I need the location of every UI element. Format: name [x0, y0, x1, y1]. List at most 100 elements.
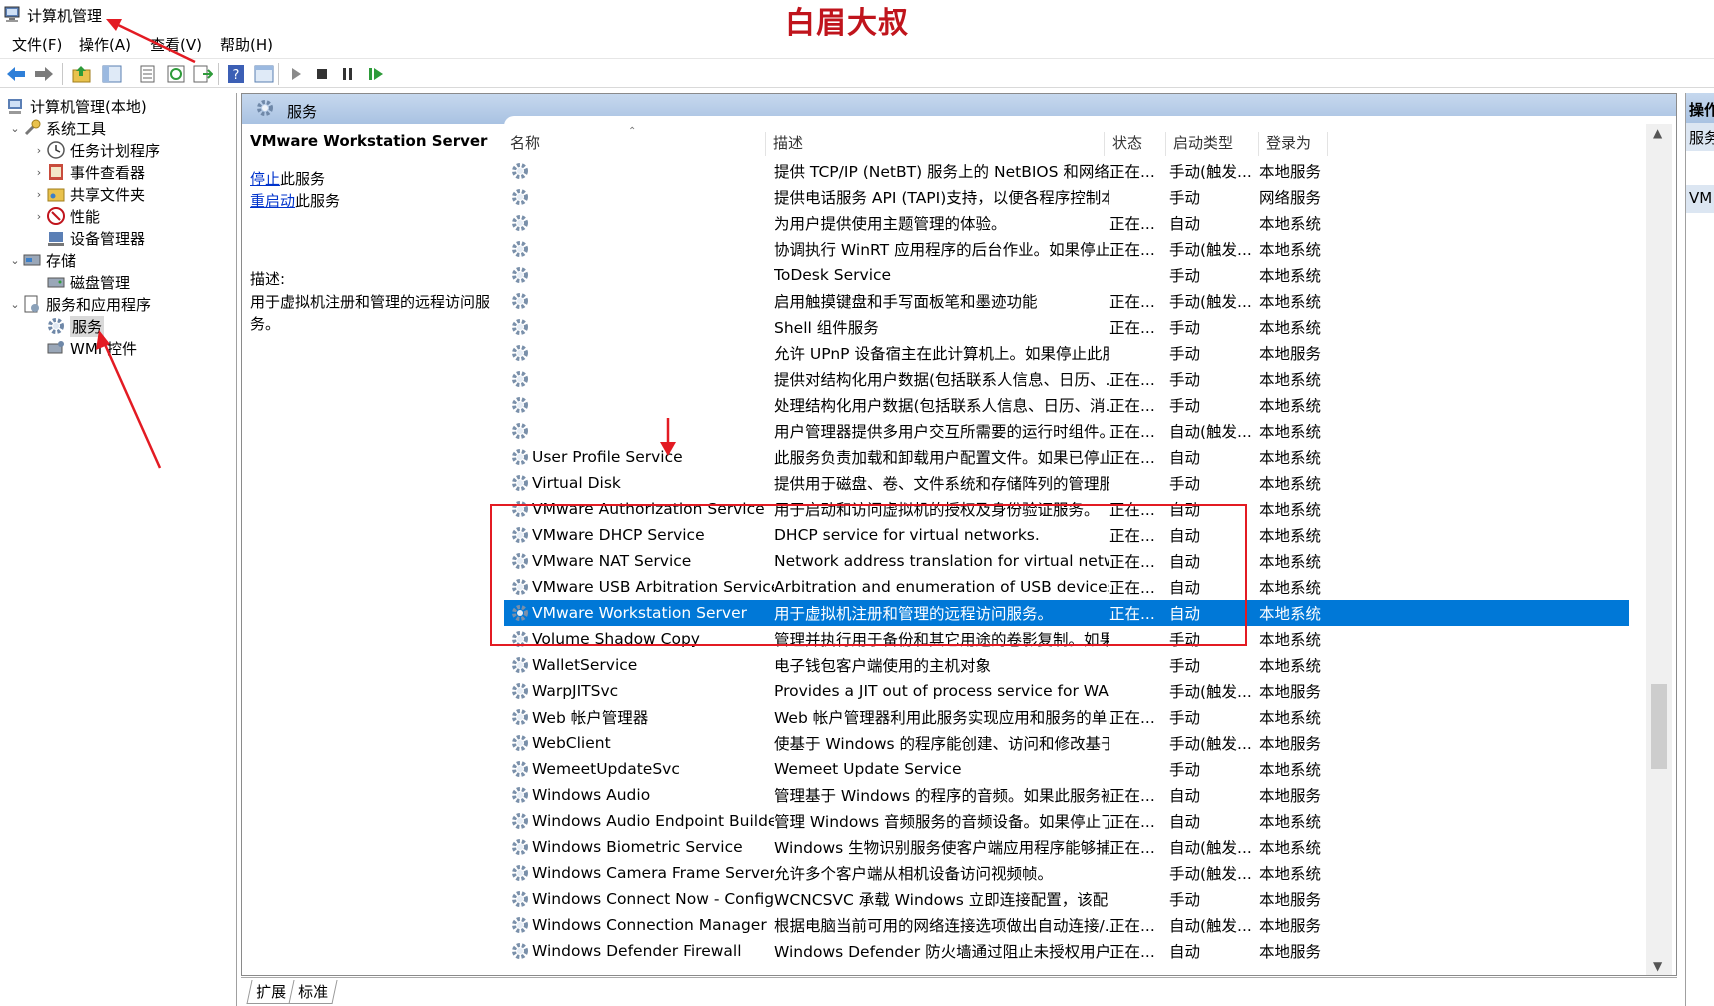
table-row[interactable]: 允许 UPnP 设备宿主在此计算机上。如果停止此服... 手动 本地服务 — [504, 340, 1629, 366]
table-row[interactable]: 用户管理器提供多用户交互所需要的运行时组件。... 正在... 自动(触发... 本地… — [504, 418, 1629, 444]
service-status-cell: 正在... — [1109, 215, 1155, 233]
service-desc-cell: 协调执行 WinRT 应用程序的后台作业。如果停止... — [774, 241, 1109, 259]
table-row[interactable]: Windows Camera Frame Server 允许多个客户端从相机设备访… — [504, 860, 1629, 886]
menu-file[interactable]: 文件(F) — [12, 34, 62, 55]
vertical-scrollbar[interactable]: ▲ ▼ — [1646, 124, 1672, 975]
tree-item-disk-management[interactable]: 磁盘管理 — [46, 271, 130, 293]
tree-item-shared-folders[interactable]: › 共享文件夹 — [32, 183, 145, 205]
table-row[interactable]: WarpJITSvc Provides a JIT out of process … — [504, 678, 1629, 704]
table-row[interactable]: WalletService 电子钱包客户端使用的主机对象 手动 本地系统 — [504, 652, 1629, 678]
chevron-right-icon[interactable]: › — [32, 210, 46, 223]
column-header-name[interactable]: 名称 ⌃ — [504, 126, 766, 156]
actions-vm-item[interactable]: VM — [1686, 185, 1714, 213]
export-list-icon[interactable] — [191, 62, 215, 86]
up-folder-icon[interactable] — [70, 62, 94, 86]
forward-arrow-icon[interactable] — [32, 62, 56, 86]
scroll-up-icon[interactable]: ▲ — [1653, 126, 1662, 140]
refresh-icon[interactable] — [164, 62, 188, 86]
services-apps-icon — [24, 295, 39, 313]
service-gear-icon — [508, 759, 532, 779]
chevron-right-icon[interactable]: › — [32, 144, 46, 157]
table-row[interactable]: 处理结构化用户数据(包括联系人信息、日历、消... 正在... 手动 本地系统 — [504, 392, 1629, 418]
table-row[interactable]: VMware Authorization Service 用于启动和访问虚拟机的授… — [504, 496, 1629, 522]
table-row[interactable]: Windows Connection Manager 根据电脑当前可用的网络连接选… — [504, 912, 1629, 938]
tree-item-task-scheduler[interactable]: › 任务计划程序 — [32, 139, 160, 161]
table-row[interactable]: 为用户提供使用主题管理的体验。 正在... 自动 本地系统 — [504, 210, 1629, 236]
service-name-cell: Windows Defender Firewall — [532, 942, 742, 960]
service-gear-icon — [508, 603, 532, 623]
column-header-logon-as[interactable]: 登录为 — [1260, 132, 1328, 156]
table-row[interactable]: Windows Audio Endpoint Builder 管理 Windows… — [504, 808, 1629, 834]
service-logon-cell: 本地系统 — [1259, 709, 1322, 727]
service-logon-cell: 本地系统 — [1259, 319, 1322, 337]
properties-icon[interactable] — [136, 62, 160, 86]
table-row[interactable]: WemeetUpdateSvc Wemeet Update Service 手动 本地… — [504, 756, 1629, 782]
service-gear-icon — [508, 187, 532, 207]
service-status-cell: 正在... — [1109, 605, 1155, 623]
menu-help[interactable]: 帮助(H) — [220, 34, 273, 55]
table-row[interactable]: Windows Connect Now - Config Re...WCNCSV… — [504, 886, 1629, 912]
scroll-down-icon[interactable]: ▼ — [1653, 959, 1662, 973]
chevron-right-icon[interactable]: › — [32, 188, 46, 201]
column-header-startup-type[interactable]: 启动类型 — [1167, 132, 1259, 156]
table-row[interactable]: VMware Workstation Server 用于虚拟机注册和管理的远程访问… — [504, 600, 1629, 626]
stop-service-link[interactable]: 停止 — [250, 170, 280, 188]
service-name-cell: WalletService — [532, 656, 638, 674]
table-row[interactable]: Shell 组件服务 正在... 手动 本地系统 — [504, 314, 1629, 340]
help-icon[interactable]: ? — [224, 62, 248, 86]
table-row[interactable]: 提供电话服务 API (TAPI)支持，以便各程序控制本... 手动 网络服务 — [504, 184, 1629, 210]
table-row[interactable]: 启用触摸键盘和手写面板笔和墨迹功能 正在... 手动(触发... 本地系统 — [504, 288, 1629, 314]
service-desc-cell: 提供 TCP/IP (NetBT) 服务上的 NetBIOS 和网络上... — [774, 163, 1109, 181]
tab-standard[interactable]: 标准 — [288, 980, 338, 1004]
table-row[interactable]: Virtual Disk 提供用于磁盘、卷、文件系统和存储阵列的管理服... 手动 本… — [504, 470, 1629, 496]
play-icon[interactable] — [284, 62, 308, 86]
actions-services-item[interactable]: 服务 — [1686, 123, 1714, 151]
table-row[interactable]: VMware NAT Service Network address transl… — [504, 548, 1629, 574]
table-row[interactable]: VMware USB Arbitration Service Arbitratio… — [504, 574, 1629, 600]
menu-action[interactable]: 操作(A) — [79, 34, 131, 55]
back-arrow-icon[interactable] — [4, 62, 28, 86]
chevron-down-icon[interactable]: ⌄ — [8, 254, 22, 267]
table-row[interactable]: Windows Defender Firewall Windows Defende… — [504, 938, 1629, 964]
tree-item-event-viewer[interactable]: › 事件查看器 — [32, 161, 145, 183]
tree-item-wmi[interactable]: WMI 控件 — [46, 337, 137, 359]
column-header-description[interactable]: 描述 — [767, 132, 1105, 156]
show-hide-tree-icon[interactable] — [100, 62, 124, 86]
service-startup-cell: 手动 — [1169, 189, 1201, 207]
view-icon[interactable] — [252, 62, 276, 86]
table-row[interactable]: VMware DHCP Service DHCP service for virt… — [504, 522, 1629, 548]
chevron-down-icon[interactable]: ⌄ — [8, 122, 22, 135]
tree-item-root[interactable]: 计算机管理(本地) — [6, 95, 147, 117]
chevron-down-icon[interactable]: ⌄ — [8, 298, 22, 311]
tree-item-performance[interactable]: › 性能 — [32, 205, 100, 227]
tree-item-services[interactable]: 服务 — [46, 315, 105, 337]
restart-service-link[interactable]: 重启动 — [250, 192, 295, 210]
tree-item-device-manager[interactable]: 设备管理器 — [46, 227, 145, 249]
table-row[interactable]: Volume Shadow Copy 管理并执行用于备份和其它用途的卷影复制。如果… — [504, 626, 1629, 652]
service-logon-cell: 本地服务 — [1259, 787, 1322, 805]
service-name-cell: Windows Camera Frame Server — [532, 864, 774, 882]
chevron-right-icon[interactable]: › — [32, 166, 46, 179]
tree-item-services-apps[interactable]: ⌄ 服务和应用程序 — [8, 293, 151, 315]
table-row[interactable]: User Profile Service 此服务负责加载和卸载用户配置文件。如果已… — [504, 444, 1629, 470]
toolbar: ? — [0, 58, 1714, 88]
table-row[interactable]: 提供对结构化用户数据(包括联系人信息、日历、... 正在... 手动 本地系统 — [504, 366, 1629, 392]
stop-icon[interactable] — [310, 62, 334, 86]
table-row[interactable]: Windows Biometric Service Windows 生物识别服务使… — [504, 834, 1629, 860]
table-row[interactable]: 协调执行 WinRT 应用程序的后台作业。如果停止... 正在... 手动(触发..… — [504, 236, 1629, 262]
table-row[interactable]: WebClient 使基于 Windows 的程序能创建、访问和修改基于 I...… — [504, 730, 1629, 756]
service-gear-icon — [508, 655, 532, 675]
scrollbar-thumb[interactable] — [1651, 684, 1667, 769]
service-logon-cell: 本地系统 — [1259, 813, 1322, 831]
table-row[interactable]: 提供 TCP/IP (NetBT) 服务上的 NetBIOS 和网络上... 正在… — [504, 158, 1629, 184]
table-row[interactable]: Windows Audio 管理基于 Windows 的程序的音频。如果此服务被.… — [504, 782, 1629, 808]
tree-item-storage[interactable]: ⌄ 存储 — [8, 249, 76, 271]
menu-view[interactable]: 查看(V) — [150, 34, 202, 55]
resume-icon[interactable] — [364, 62, 388, 86]
table-row[interactable]: Web 帐户管理器 Web 帐户管理器利用此服务实现应用和服务的单... 正在...… — [504, 704, 1629, 730]
column-header-status[interactable]: 状态 — [1106, 132, 1166, 156]
tree-item-system-tools[interactable]: ⌄ 系统工具 — [8, 117, 106, 139]
service-status-cell: 正在... — [1109, 241, 1155, 259]
pause-icon[interactable] — [336, 62, 360, 86]
table-row[interactable]: ToDesk Service 手动 本地系统 — [504, 262, 1629, 288]
